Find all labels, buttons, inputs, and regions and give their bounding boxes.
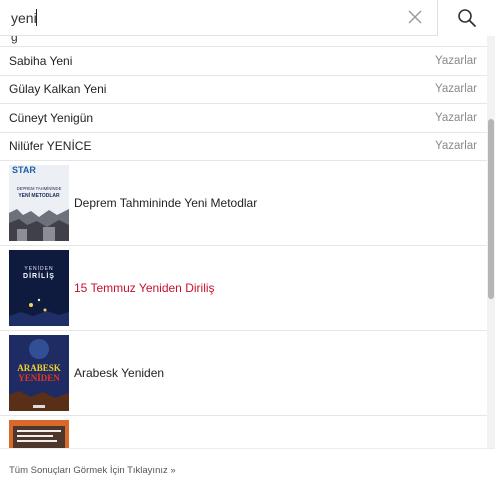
book-result-item-partial[interactable] [0,416,487,448]
book-cover [9,420,69,448]
book-title: 15 Temmuz Yeniden Diriliş [74,281,215,295]
author-result-item[interactable]: Nilüfer YENİCE Yazarlar [0,133,487,161]
text-caret [36,9,37,26]
book-cover: YENİDEN DİRİLİŞ [9,250,69,326]
book-result-item[interactable]: STAR DEPREM TAHMİNİNDE YENİ METODLAR Dep… [0,161,487,246]
result-category: Yazarlar [435,140,477,153]
author-name: Nilüfer YENİCE [9,139,92,154]
author-name: Gülay Kalkan Yeni [9,82,107,97]
search-bar [0,0,495,36]
scrollbar-thumb[interactable] [488,119,494,299]
view-all-results-link[interactable]: Tüm Sonuçları Görmek İçin Tıklayınız » [9,465,176,476]
book-result-item[interactable]: ARABESK YENİDEN Arabesk Yeniden [0,331,487,416]
cover-line1: DEPREM TAHMİNİNDE [17,186,62,191]
book-title: Arabesk Yeniden [74,366,165,380]
book-result-item[interactable]: YENİDEN DİRİLİŞ 15 Temmuz Yeniden Dirili… [0,246,487,331]
result-category: Yazarlar [435,54,477,67]
result-category: Yazarlar [435,111,477,124]
result-category: Yazarlar [435,83,477,96]
close-icon [408,10,422,24]
search-results-list: g Sabiha Yeni Yazarlar Gülay Kalkan Yeni… [0,36,487,448]
author-name: Cüneyt Yenigün [9,110,94,125]
list-item-partial: g [0,36,487,47]
search-icon [457,9,476,27]
cover-logo: STAR [12,165,36,175]
results-scrollbar[interactable] [487,36,495,448]
cover-line2: YENİ METODLAR [18,192,60,199]
author-result-item[interactable]: Cüneyt Yenigün Yazarlar [0,104,487,133]
search-input[interactable] [0,0,400,35]
author-result-item[interactable]: Gülay Kalkan Yeni Yazarlar [0,76,487,104]
author-result-item[interactable]: Sabiha Yeni Yazarlar [0,47,487,76]
book-cover: ARABESK YENİDEN [9,335,69,411]
clear-search-button[interactable] [402,4,428,30]
cover-line2: YENİDEN [18,373,60,383]
book-cover: STAR DEPREM TAHMİNİNDE YENİ METODLAR [9,165,69,241]
search-button[interactable] [437,0,495,36]
partial-text: g [11,36,18,44]
book-title: Deprem Tahmininde Yeni Metodlar [74,196,258,210]
results-footer: Tüm Sonuçları Görmek İçin Tıklayınız » [0,448,495,492]
cover-line2: DİRİLİŞ [23,272,55,280]
cover-line1: ARABESK [17,363,61,373]
author-name: Sabiha Yeni [9,53,73,68]
cover-line1: YENİDEN [24,265,53,272]
